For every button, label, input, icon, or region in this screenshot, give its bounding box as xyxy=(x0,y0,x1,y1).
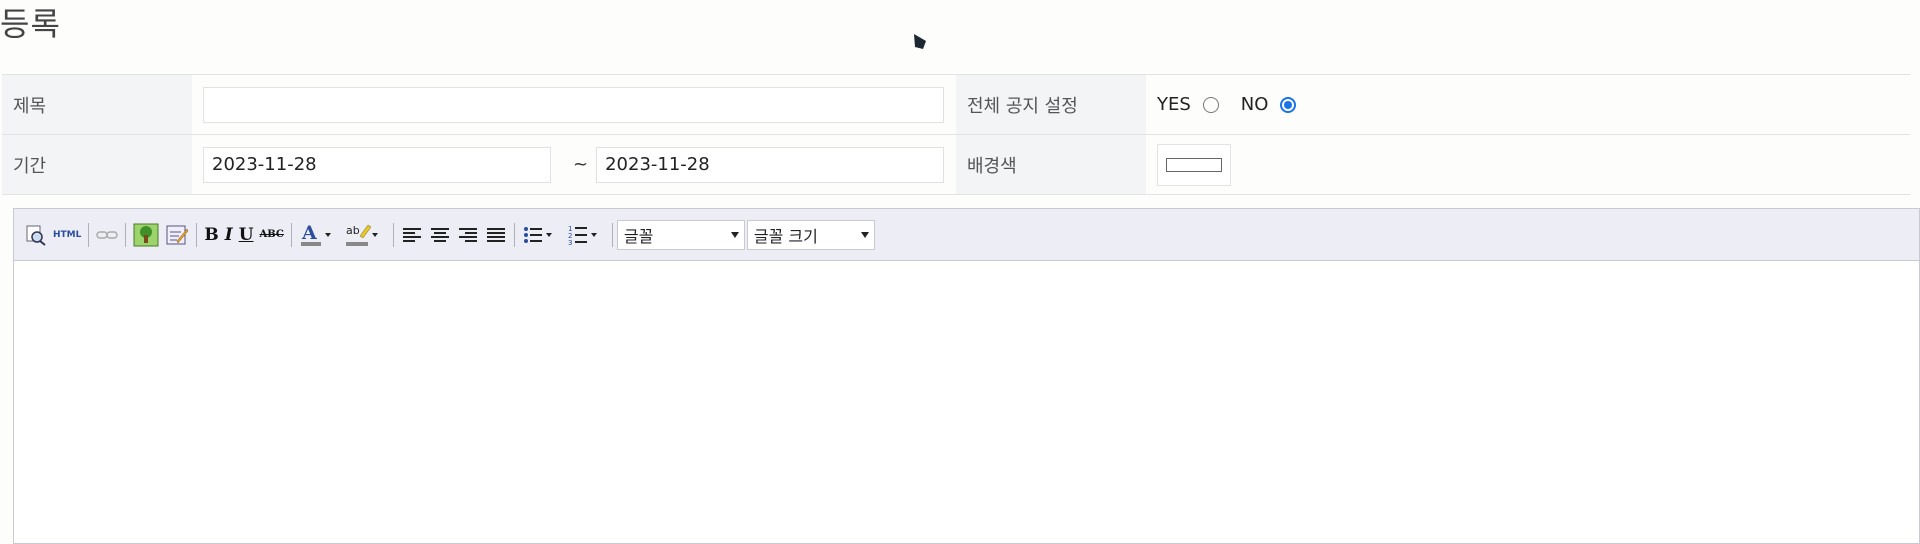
editor-toolbar: HTML B I U ABC A ab 1 2 3 글꼴 글꼴 크기 xyxy=(14,209,1919,261)
preview-button[interactable] xyxy=(25,222,47,248)
notice-yes-label: YES xyxy=(1157,94,1191,115)
bold-icon: B xyxy=(204,224,219,245)
text-color-icon: A xyxy=(300,222,331,246)
toolbar-separator xyxy=(392,222,394,247)
toolbar-separator xyxy=(125,222,127,247)
link-icon xyxy=(96,230,119,239)
toolbar-separator xyxy=(513,222,515,247)
align-justify-icon xyxy=(486,227,505,242)
svg-text:A: A xyxy=(301,222,317,244)
edit-source-button[interactable] xyxy=(165,222,189,248)
font-family-value: 글꼴 xyxy=(623,226,654,246)
page-title: 등록 xyxy=(0,5,61,43)
form-table: 제목 전체 공지 설정 YES NO 기간 2023-11-28 ~ 2023-… xyxy=(2,74,1910,195)
form-row-period: 기간 2023-11-28 ~ 2023-11-28 배경색 xyxy=(2,135,1910,195)
font-family-select[interactable]: 글꼴 xyxy=(616,219,745,250)
period-tilde: ~ xyxy=(573,154,589,175)
bgcolor-cell xyxy=(1146,135,1910,194)
strikethrough-button[interactable]: ABC xyxy=(260,222,284,248)
subject-input[interactable] xyxy=(203,86,944,123)
toolbar-separator xyxy=(196,222,198,247)
subject-label: 제목 xyxy=(2,75,192,134)
svg-text:3: 3 xyxy=(568,239,572,246)
subject-cell xyxy=(192,75,956,134)
font-size-dropdown-icon xyxy=(858,225,872,245)
strikethrough-icon: ABC xyxy=(259,229,284,240)
html-mode-button[interactable]: HTML xyxy=(53,222,81,248)
notice-no-label: NO xyxy=(1240,94,1269,115)
align-justify-button[interactable] xyxy=(485,222,507,248)
italic-button[interactable]: I xyxy=(225,222,233,248)
bold-button[interactable]: B xyxy=(204,222,218,248)
font-size-select[interactable]: 글꼴 크기 xyxy=(746,219,875,250)
align-left-icon xyxy=(402,227,421,242)
rich-text-editor: HTML B I U ABC A ab 1 2 3 글꼴 글꼴 크기 xyxy=(13,208,1920,544)
image-icon xyxy=(133,223,159,246)
align-center-icon xyxy=(430,227,449,242)
highlight-color-button[interactable]: ab xyxy=(344,222,380,248)
insert-image-button[interactable] xyxy=(133,222,159,248)
notice-no-radio[interactable] xyxy=(1280,96,1297,113)
notice-cell: YES NO xyxy=(1146,75,1910,134)
edit-document-icon xyxy=(166,225,189,244)
toolbar-separator xyxy=(290,222,292,247)
notice-label: 전체 공지 설정 xyxy=(956,75,1146,134)
preview-magnifier-icon xyxy=(26,225,46,246)
form-row-subject: 제목 전체 공지 설정 YES NO xyxy=(2,75,1910,135)
italic-icon: I xyxy=(224,224,233,245)
bgcolor-label: 배경색 xyxy=(956,135,1146,194)
editor-body[interactable] xyxy=(14,261,1919,543)
highlight-color-icon: ab xyxy=(345,224,378,246)
font-family-dropdown-icon xyxy=(728,225,742,245)
period-start-input[interactable]: 2023-11-28 xyxy=(203,146,551,183)
bullet-list-icon xyxy=(523,226,552,243)
svg-text:ab: ab xyxy=(346,224,360,237)
html-mode-label: HTML xyxy=(53,229,82,240)
underline-icon: U xyxy=(238,224,254,245)
period-cell: 2023-11-28 ~ 2023-11-28 xyxy=(192,135,956,194)
period-label: 기간 xyxy=(2,135,192,194)
text-color-button[interactable]: A xyxy=(299,222,333,248)
align-center-button[interactable] xyxy=(429,222,451,248)
numbered-list-icon: 1 2 3 xyxy=(568,225,597,246)
period-end-input[interactable]: 2023-11-28 xyxy=(596,146,945,183)
underline-button[interactable]: U xyxy=(239,222,254,248)
bullet-list-button[interactable] xyxy=(522,222,554,248)
numbered-list-button[interactable]: 1 2 3 xyxy=(567,222,599,248)
notice-yes-radio[interactable] xyxy=(1202,96,1219,113)
toolbar-separator xyxy=(611,222,613,247)
bgcolor-swatch xyxy=(1166,157,1222,172)
font-size-value: 글꼴 크기 xyxy=(753,226,818,246)
mouse-cursor-icon xyxy=(914,34,926,49)
toolbar-separator xyxy=(88,222,90,247)
align-right-button[interactable] xyxy=(457,222,479,248)
link-button[interactable] xyxy=(96,222,119,248)
align-left-button[interactable] xyxy=(401,222,423,248)
bgcolor-picker[interactable] xyxy=(1157,143,1231,186)
align-right-icon xyxy=(458,227,477,242)
